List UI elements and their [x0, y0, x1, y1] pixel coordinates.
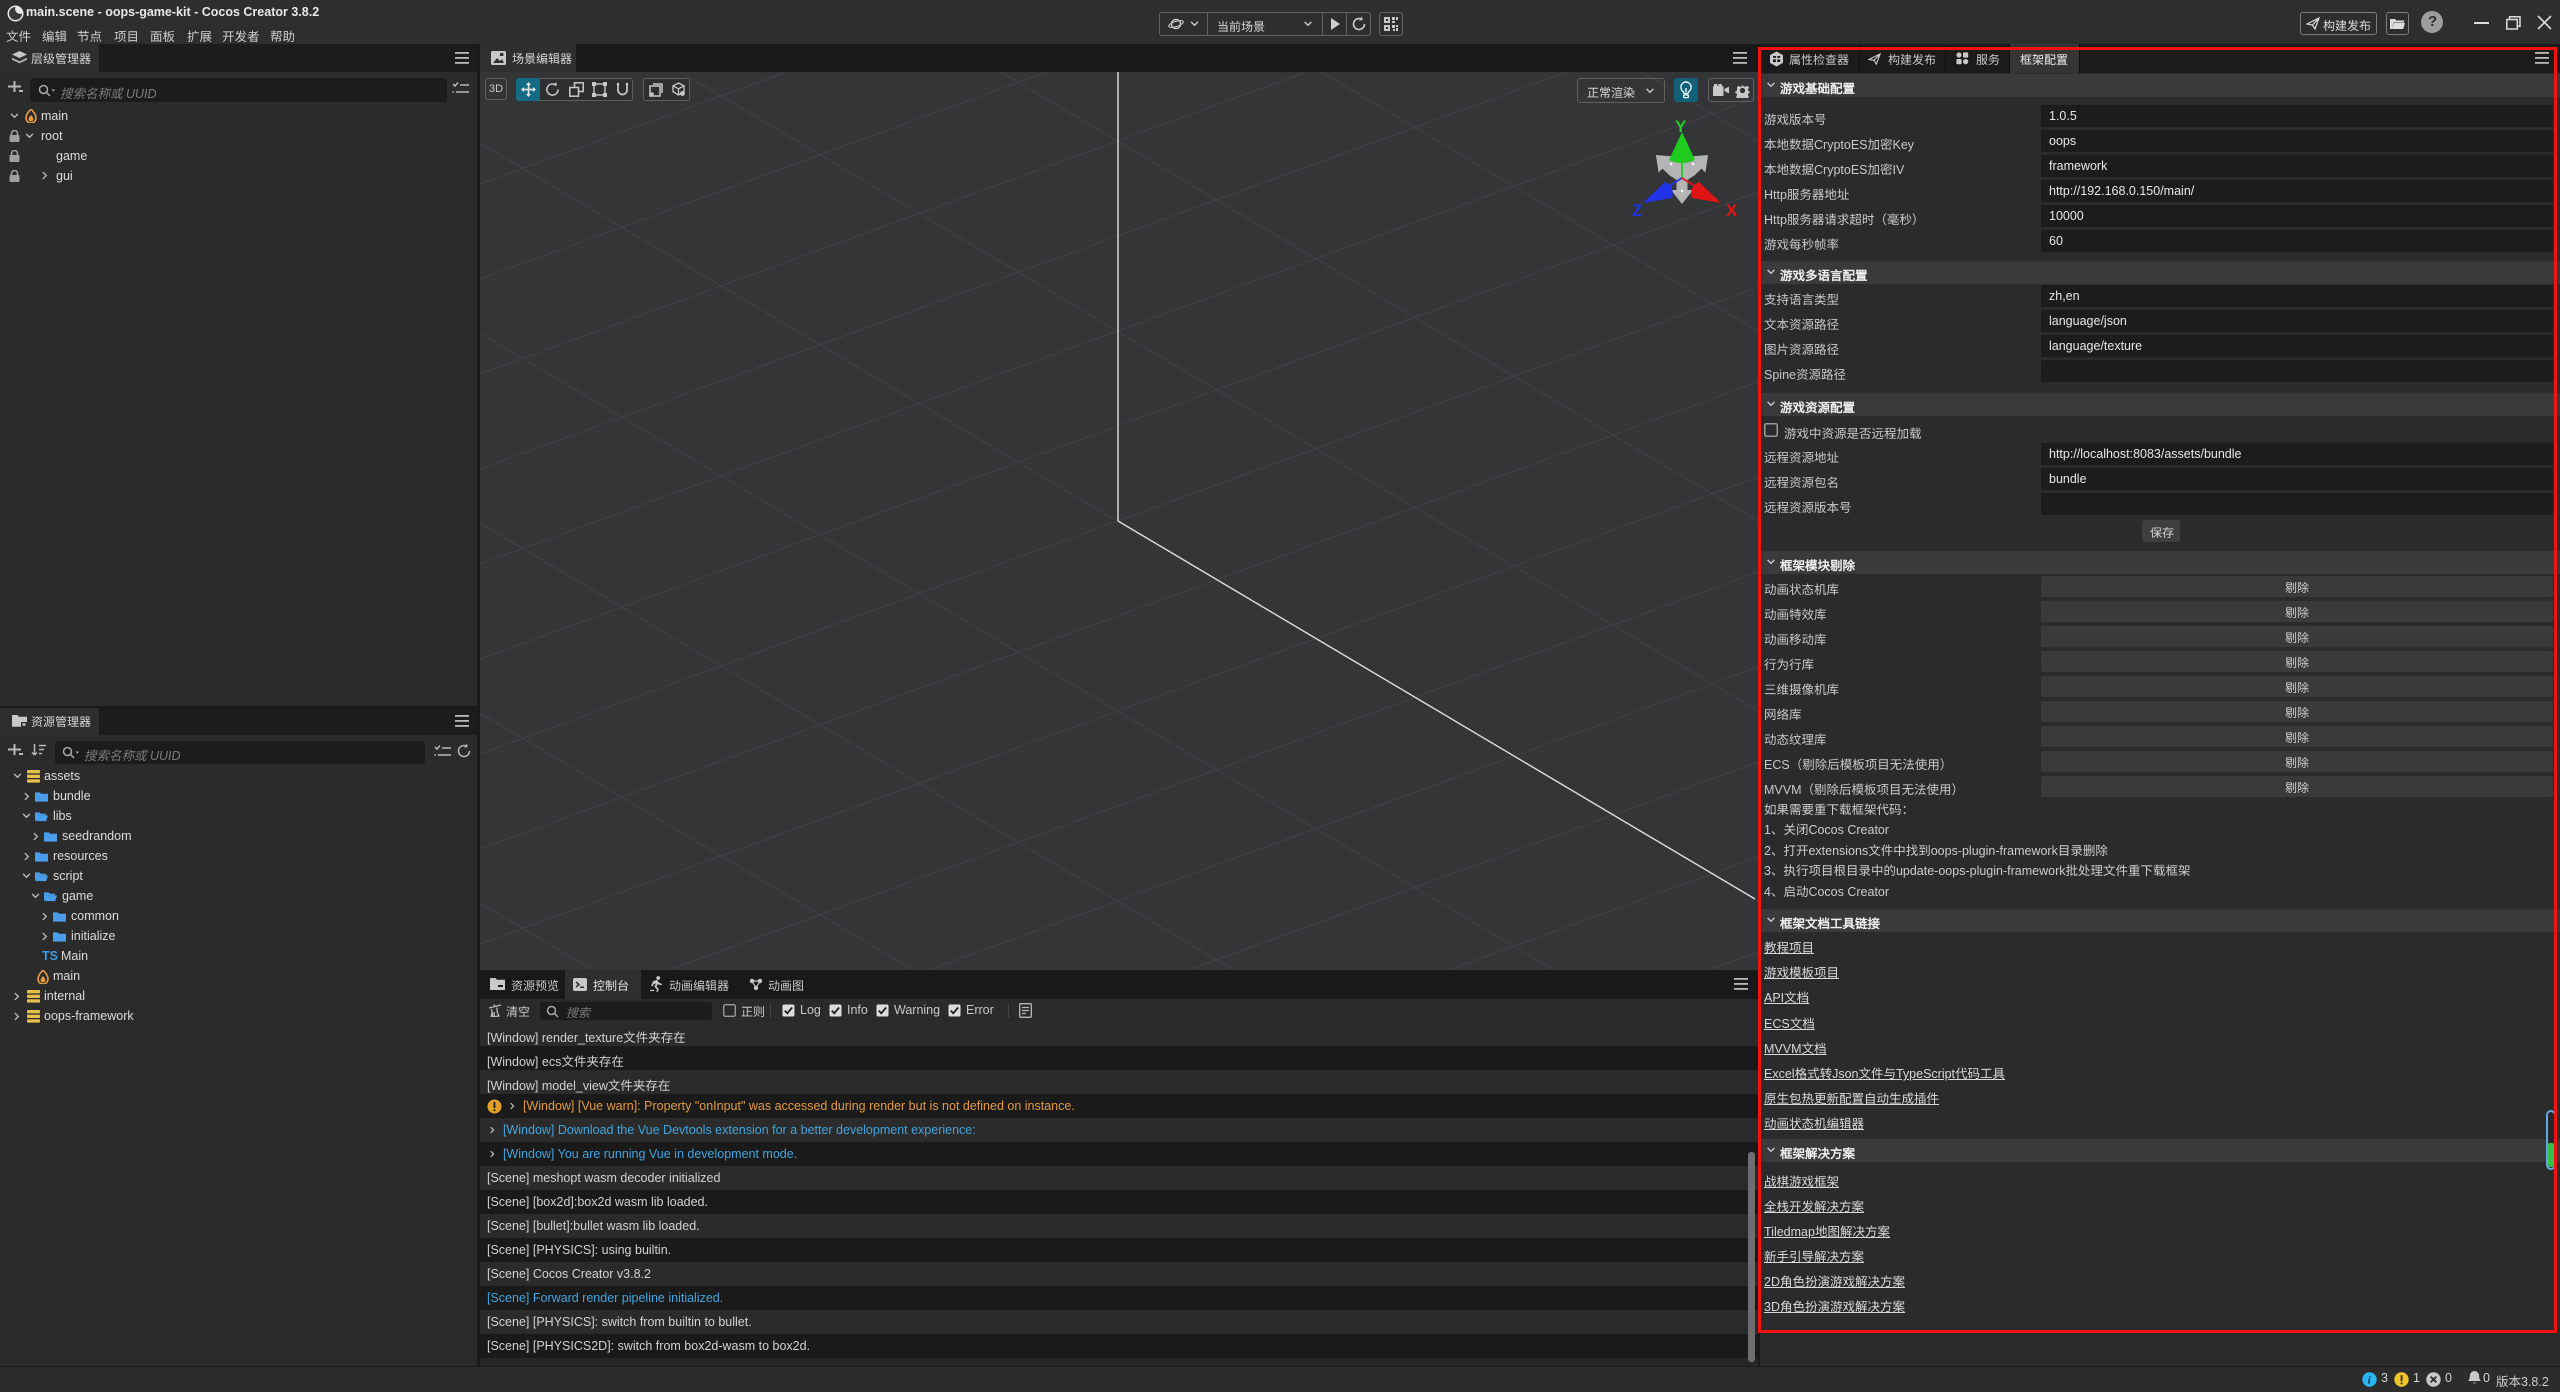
svg-text:X: X: [1726, 201, 1738, 220]
svg-text:Z: Z: [1632, 201, 1642, 220]
svg-text:Y: Y: [1675, 117, 1687, 136]
